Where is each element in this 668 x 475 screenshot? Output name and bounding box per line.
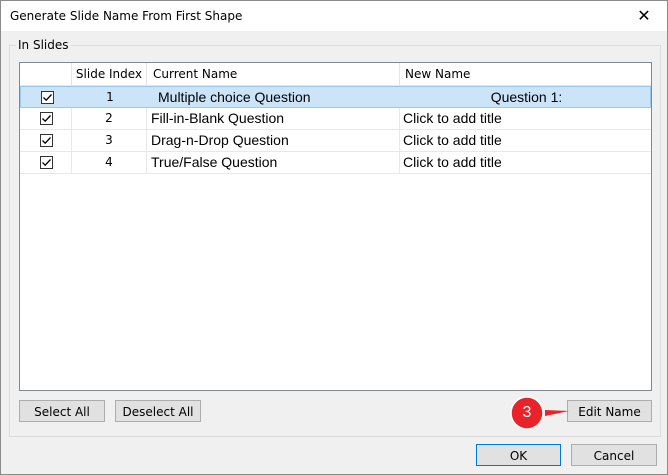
in-slides-group: In Slides Slide Index Current Name New N… xyxy=(9,38,661,437)
slide-index-cell: 1 xyxy=(106,90,114,104)
dialog-window: Generate Slide Name From First Shape ✕ I… xyxy=(0,0,668,475)
current-name-cell: True/False Question xyxy=(147,152,400,173)
slide-index-cell: 3 xyxy=(72,130,147,151)
group-label: In Slides xyxy=(16,38,71,52)
dialog-title: Generate Slide Name From First Shape xyxy=(10,9,243,23)
row-check-cell xyxy=(20,152,72,173)
cancel-button[interactable]: Cancel xyxy=(571,444,657,466)
new-name-cell[interactable]: Question 1: xyxy=(401,87,651,108)
title-bar: Generate Slide Name From First Shape ✕ xyxy=(1,1,667,31)
header-current-name[interactable]: Current Name xyxy=(147,63,400,85)
header-check[interactable] xyxy=(20,63,72,85)
new-name-cell[interactable]: Click to add title xyxy=(400,108,651,129)
slide-index-cell: 2 xyxy=(72,108,147,129)
callout-number: 3 xyxy=(522,404,532,421)
header-slide-index[interactable]: Slide Index xyxy=(72,63,147,85)
row-check-cell xyxy=(20,108,72,129)
checkbox-checked-icon[interactable] xyxy=(40,134,53,147)
slides-list[interactable]: Slide Index Current Name New Name 1 Mult… xyxy=(19,62,652,391)
new-name-cell[interactable]: Click to add title xyxy=(400,152,651,173)
row-check-cell xyxy=(20,130,72,151)
checkbox-checked-icon[interactable] xyxy=(40,156,53,169)
new-name-cell[interactable]: Click to add title xyxy=(400,130,651,151)
table-row[interactable]: 2 Fill-in-Blank Question Click to add ti… xyxy=(20,108,651,130)
table-row[interactable]: 1 Multiple choice Question Question 1: xyxy=(20,86,651,108)
edit-name-button[interactable]: Edit Name xyxy=(567,400,652,422)
deselect-all-button[interactable]: Deselect All xyxy=(115,400,201,422)
header-new-name[interactable]: New Name xyxy=(400,63,651,85)
list-header: Slide Index Current Name New Name xyxy=(20,63,651,86)
checkbox-checked-icon[interactable] xyxy=(41,91,54,104)
current-name-cell: Multiple choice Question xyxy=(158,89,311,105)
current-name-cell: Fill-in-Blank Question xyxy=(147,108,400,129)
checkbox-checked-icon[interactable] xyxy=(40,112,53,125)
row-check-cell xyxy=(21,87,73,108)
ok-button[interactable]: OK xyxy=(476,444,561,466)
slide-index-cell: 4 xyxy=(72,152,147,173)
select-all-button[interactable]: Select All xyxy=(19,400,105,422)
table-row[interactable]: 3 Drag-n-Drop Question Click to add titl… xyxy=(20,130,651,152)
close-icon[interactable]: ✕ xyxy=(621,1,667,31)
current-name-cell: Drag-n-Drop Question xyxy=(147,130,400,151)
table-row[interactable]: 4 True/False Question Click to add title xyxy=(20,152,651,174)
